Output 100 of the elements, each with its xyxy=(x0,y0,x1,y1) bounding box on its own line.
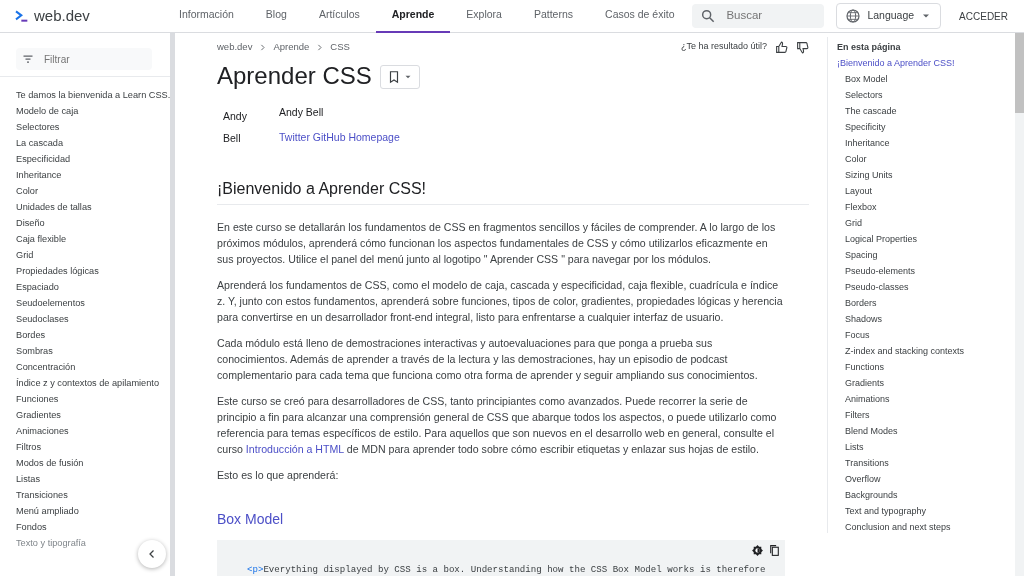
sidebar-item[interactable]: Concentración xyxy=(0,359,170,375)
sidebar-item[interactable]: Propiedades lógicas xyxy=(0,263,170,279)
nav-tab[interactable]: Información xyxy=(163,0,250,33)
breadcrumb-link[interactable]: web.dev xyxy=(217,40,253,55)
theme-toggle-icon[interactable] xyxy=(751,544,764,558)
sidebar-item[interactable]: Transiciones xyxy=(0,487,170,503)
sidebar-item[interactable]: Sombras xyxy=(0,343,170,359)
toc-link[interactable]: Filters xyxy=(837,407,1015,423)
language-button[interactable]: Language xyxy=(836,3,942,29)
sidebar-item[interactable]: Índice z y contextos de apilamiento xyxy=(0,375,170,391)
paragraph: Cada módulo está lleno de demostraciones interactivas y autoevaluaciones para que ponga a prueba sus conocimientos. Además de aprender a través de la lectura y las demostraciones, hay un episodio de podcast complementario para cada tema que funciona como otra forma de aprender y seguir ampliando sus conocimientos. xyxy=(217,336,759,384)
toc-link[interactable]: Logical Properties xyxy=(837,231,1015,247)
breadcrumb-link[interactable]: Aprende xyxy=(273,40,310,55)
bookmark-button[interactable] xyxy=(379,64,420,89)
toc-link[interactable]: Backgrounds xyxy=(837,487,1015,503)
sidebar-item[interactable]: Modos de fusión xyxy=(0,455,170,471)
scrollbar-thumb[interactable] xyxy=(1015,33,1024,113)
nav-tab[interactable]: Patterns xyxy=(517,0,590,33)
sidebar-item[interactable]: Seudoelementos xyxy=(0,295,170,311)
search-icon xyxy=(700,8,717,24)
toc-link[interactable]: Box Model xyxy=(837,71,1015,87)
sidebar-item[interactable]: Especificidad xyxy=(0,151,170,167)
sidebar-item[interactable]: Fondos xyxy=(0,519,170,535)
page-title: Aprender CSS xyxy=(217,62,372,92)
sidebar-item[interactable]: Listas xyxy=(0,471,170,487)
toc-link[interactable]: Inheritance xyxy=(837,135,1015,151)
search-field[interactable]: Buscar xyxy=(724,6,815,26)
section-heading: ¡Bienvenido a Aprender CSS! xyxy=(217,179,809,206)
sidebar-item[interactable]: Inheritance xyxy=(0,167,170,183)
toc-link[interactable]: Conclusion and next steps xyxy=(837,519,1015,535)
subheading: Box Model xyxy=(217,511,285,529)
nav-tab[interactable]: Casos de éxito xyxy=(589,0,691,33)
toc-link[interactable]: Selectors xyxy=(837,87,1015,103)
toc-link[interactable]: The cascade xyxy=(837,103,1015,119)
sidebar-item[interactable]: Modelo de caja xyxy=(0,103,170,119)
sidebar-item[interactable]: Texto y tipografía xyxy=(0,535,170,551)
nav-tab[interactable]: Blog xyxy=(249,0,303,33)
toc-link[interactable]: Overflow xyxy=(837,471,1015,487)
course-link[interactable]: Introducción a HTML xyxy=(245,443,344,456)
toc-link[interactable]: Transitions xyxy=(837,455,1015,471)
toc-link[interactable]: Z-index and stacking contexts xyxy=(837,343,1015,359)
filter-bar[interactable]: Filtrar xyxy=(16,48,152,70)
toc-link[interactable]: ¡Bienvenido a Aprender CSS! xyxy=(837,55,1015,71)
sidebar-item[interactable]: Espaciado xyxy=(0,279,170,295)
sidebar-item[interactable]: Filtros xyxy=(0,439,170,455)
toc-link[interactable]: Specificity xyxy=(837,119,1015,135)
toc-link[interactable]: Focus xyxy=(837,327,1015,343)
sidebar-item[interactable]: La cascada xyxy=(0,135,170,151)
toc-link[interactable]: Layout xyxy=(837,183,1015,199)
thumbs-up-icon[interactable] xyxy=(775,40,788,54)
toc-link[interactable]: Borders xyxy=(837,295,1015,311)
chevron-right-icon xyxy=(315,42,325,52)
sign-in-button[interactable]: ACCEDER xyxy=(951,4,1016,28)
toc-link[interactable]: Blend Modes xyxy=(837,423,1015,439)
filter-field[interactable]: Filtrar xyxy=(42,50,142,68)
toc-link[interactable]: Gradients xyxy=(837,375,1015,391)
sidebar-item[interactable]: Grid xyxy=(0,247,170,263)
sidebar-item[interactable]: Unidades de tallas xyxy=(0,199,170,215)
toc-link[interactable]: Animations xyxy=(837,391,1015,407)
sidebar-item[interactable]: Te damos la bienvenida a Learn CSS. xyxy=(0,87,170,103)
toc-title: En esta página xyxy=(837,41,902,54)
nav-tab[interactable]: Artículos xyxy=(302,0,376,33)
toc-link[interactable]: Lists xyxy=(837,439,1015,455)
feedback-question: ¿Te ha resultado útil? xyxy=(680,40,767,54)
sidebar-item[interactable]: Menú ampliado xyxy=(0,503,170,519)
sidebar-item[interactable]: Animaciones xyxy=(0,423,170,439)
search-bar[interactable]: Buscar xyxy=(692,4,825,28)
paragraph: Este curso se creó para desarrolladores de CSS, tanto principiantes como avanzados. Puede recorrer la serie de principio a fin para alcanzar una comprensión general de CSS que abarque todos los aspectos, o puede utilizarlo como referencia para temas específicos de estilo. Para aquellos que son nuevos en el desarrollo web en general, consulte el curso Introducción a HTML de MDN para aprender todo sobre cómo escribir etiquetas y enlazar sus hojas de estilo. xyxy=(217,394,778,458)
nav-tab[interactable]: Explora xyxy=(450,0,518,33)
nav-tab[interactable]: Aprende xyxy=(375,0,451,33)
sidebar-item[interactable]: Caja flexible xyxy=(0,231,170,247)
sidebar-item[interactable]: Diseño xyxy=(0,215,170,231)
toc-link[interactable]: Pseudo-elements xyxy=(837,263,1015,279)
filter-icon xyxy=(22,53,34,65)
sidebar-item[interactable]: Gradientes xyxy=(0,407,170,423)
globe-icon xyxy=(845,8,862,24)
breadcrumb-link[interactable]: CSS xyxy=(330,40,350,55)
toc-link[interactable]: Pseudo-classes xyxy=(837,279,1015,295)
sidebar-item[interactable]: Seudoclases xyxy=(0,311,170,327)
logo-icon xyxy=(14,8,30,24)
toc-link[interactable]: Flexbox xyxy=(837,199,1015,215)
toc-link[interactable]: Text and typography xyxy=(837,503,1015,519)
author-image-alt-text: Andy Bell xyxy=(223,109,248,147)
paragraph: Aprenderá los fundamentos de CSS, como el modelo de caja, cascada y especificidad, caja flexible, cuadrícula e índice z. Y, junto con estos fundamentos, aprenderá sobre funciones, tipos de color, gradientes, propiedades lógicas y herencia para convertirse en un desarrollador front-end integral, listo para enfrentarse a cualquier interfaz de usuario. xyxy=(217,278,784,326)
author-links[interactable]: Twitter GitHub Homepage xyxy=(279,130,809,146)
toc-link[interactable]: Spacing xyxy=(837,247,1015,263)
sidebar-item[interactable]: Bordes xyxy=(0,327,170,343)
toc-link[interactable]: Color xyxy=(837,151,1015,167)
logo-text[interactable]: web.dev xyxy=(34,4,90,28)
toc-link[interactable]: Grid xyxy=(837,215,1015,231)
toc-link[interactable]: Shadows xyxy=(837,311,1015,327)
toc-link[interactable]: Sizing Units xyxy=(837,167,1015,183)
sidebar-item[interactable]: Funciones xyxy=(0,391,170,407)
sidebar-item[interactable]: Selectores xyxy=(0,119,170,135)
toc-link[interactable]: Functions xyxy=(837,359,1015,375)
author-name: Andy Bell xyxy=(279,105,325,121)
thumbs-down-icon[interactable] xyxy=(796,40,809,54)
chevron-right-icon xyxy=(258,42,268,52)
copy-icon[interactable] xyxy=(768,544,781,558)
sidebar-item[interactable]: Color xyxy=(0,183,170,199)
